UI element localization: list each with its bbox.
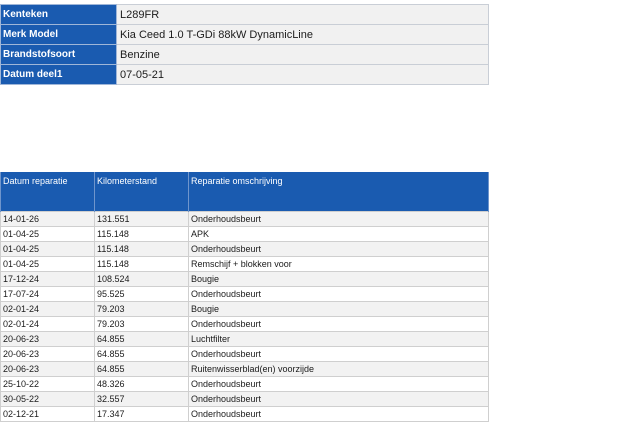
repair-description-cell: Remschijf + blokken voor xyxy=(188,256,489,272)
repair-km-cell: 17.347 xyxy=(94,406,189,422)
repair-table-body: 14-01-26 131.551 Onderhoudsbeurt 01-04-25 11… xyxy=(0,211,489,422)
header-kilometerstand: Kilometerstand xyxy=(94,172,189,212)
repair-description-cell: Bougie xyxy=(188,301,489,317)
repair-description-cell: Onderhoudsbeurt xyxy=(188,406,489,422)
table-row: 02-01-24 79.203 Bougie xyxy=(0,301,489,317)
merk-model-value: Kia Ceed 1.0 T-GDi 88kW DynamicLine xyxy=(116,24,489,45)
repair-km-cell: 115.148 xyxy=(94,226,189,242)
repair-history-table: Datum reparatie Kilometerstand Reparatie… xyxy=(0,172,489,422)
repair-description-cell: Onderhoudsbeurt xyxy=(188,391,489,407)
table-row: 01-04-25 115.148 Onderhoudsbeurt xyxy=(0,241,489,257)
repair-date-cell: 01-04-25 xyxy=(0,256,95,272)
vehicle-info-row: Brandstofsoort Benzine xyxy=(0,44,489,65)
repair-date-cell: 01-04-25 xyxy=(0,226,95,242)
repair-km-cell: 64.855 xyxy=(94,361,189,377)
table-row: 30-05-22 32.557 Onderhoudsbeurt xyxy=(0,391,489,407)
brandstofsoort-label: Brandstofsoort xyxy=(0,44,117,65)
repair-description-cell: Onderhoudsbeurt xyxy=(188,376,489,392)
repair-date-cell: 02-01-24 xyxy=(0,301,95,317)
datum-deel1-label: Datum deel1 xyxy=(0,64,117,85)
vehicle-info-table: Kenteken L289FR Merk Model Kia Ceed 1.0 … xyxy=(0,4,489,85)
kenteken-label: Kenteken xyxy=(0,4,117,25)
repair-date-cell: 20-06-23 xyxy=(0,361,95,377)
table-row: 20-06-23 64.855 Ruitenwisserblad(en) voorz… xyxy=(0,361,489,377)
repair-km-cell: 32.557 xyxy=(94,391,189,407)
table-row: 02-12-21 17.347 Onderhoudsbeurt xyxy=(0,406,489,422)
repair-km-cell: 115.148 xyxy=(94,256,189,272)
repair-km-cell: 79.203 xyxy=(94,301,189,317)
repair-km-cell: 48.326 xyxy=(94,376,189,392)
header-reparatie-omschrijving: Reparatie omschrijving xyxy=(188,172,489,212)
table-row: 01-04-25 115.148 Remschijf + blokken voor xyxy=(0,256,489,272)
repair-description-cell: Onderhoudsbeurt xyxy=(188,241,489,257)
repair-date-cell: 02-01-24 xyxy=(0,316,95,332)
vehicle-info-row: Merk Model Kia Ceed 1.0 T-GDi 88kW Dynam… xyxy=(0,24,489,45)
repair-description-cell: APK xyxy=(188,226,489,242)
repair-description-cell: Bougie xyxy=(188,271,489,287)
merk-model-label: Merk Model xyxy=(0,24,117,45)
repair-header-row: Datum reparatie Kilometerstand Reparatie… xyxy=(0,172,489,212)
repair-description-cell: Ruitenwisserblad(en) voorzijde xyxy=(188,361,489,377)
kenteken-value: L289FR xyxy=(116,4,489,25)
repair-date-cell: 14-01-26 xyxy=(0,211,95,227)
repair-description-cell: Onderhoudsbeurt xyxy=(188,316,489,332)
repair-description-cell: Onderhoudsbeurt xyxy=(188,211,489,227)
repair-description-cell: Luchtfilter xyxy=(188,331,489,347)
table-row: 20-06-23 64.855 Onderhoudsbeurt xyxy=(0,346,489,362)
table-row: 17-07-24 95.525 Onderhoudsbeurt xyxy=(0,286,489,302)
repair-km-cell: 64.855 xyxy=(94,331,189,347)
repair-km-cell: 79.203 xyxy=(94,316,189,332)
vehicle-info-row: Kenteken L289FR xyxy=(0,4,489,25)
repair-date-cell: 20-06-23 xyxy=(0,331,95,347)
vehicle-info-row: Datum deel1 07-05-21 xyxy=(0,64,489,85)
repair-date-cell: 02-12-21 xyxy=(0,406,95,422)
repair-description-cell: Onderhoudsbeurt xyxy=(188,286,489,302)
repair-date-cell: 17-07-24 xyxy=(0,286,95,302)
brandstofsoort-value: Benzine xyxy=(116,44,489,65)
repair-km-cell: 115.148 xyxy=(94,241,189,257)
table-row: 25-10-22 48.326 Onderhoudsbeurt xyxy=(0,376,489,392)
repair-km-cell: 131.551 xyxy=(94,211,189,227)
repair-km-cell: 95.525 xyxy=(94,286,189,302)
repair-date-cell: 17-12-24 xyxy=(0,271,95,287)
repair-description-cell: Onderhoudsbeurt xyxy=(188,346,489,362)
repair-date-cell: 30-05-22 xyxy=(0,391,95,407)
table-row: 14-01-26 131.551 Onderhoudsbeurt xyxy=(0,211,489,227)
table-row: 20-06-23 64.855 Luchtfilter xyxy=(0,331,489,347)
table-row: 01-04-25 115.148 APK xyxy=(0,226,489,242)
repair-km-cell: 64.855 xyxy=(94,346,189,362)
header-datum-reparatie: Datum reparatie xyxy=(0,172,95,212)
repair-date-cell: 01-04-25 xyxy=(0,241,95,257)
repair-km-cell: 108.524 xyxy=(94,271,189,287)
repair-date-cell: 20-06-23 xyxy=(0,346,95,362)
repair-date-cell: 25-10-22 xyxy=(0,376,95,392)
table-row: 02-01-24 79.203 Onderhoudsbeurt xyxy=(0,316,489,332)
table-row: 17-12-24 108.524 Bougie xyxy=(0,271,489,287)
datum-deel1-value: 07-05-21 xyxy=(116,64,489,85)
